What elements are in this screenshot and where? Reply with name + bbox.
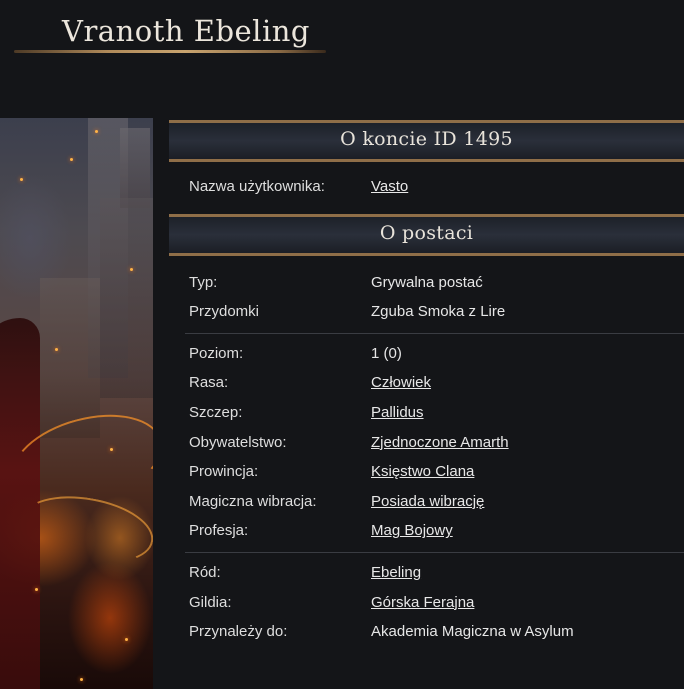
tribe-row: Szczep: Pallidus — [189, 398, 684, 428]
type-value: Grywalna postać — [371, 273, 483, 291]
belongs-to-row: Przynależy do: Akademia Magiczna w Asylu… — [189, 617, 684, 647]
account-section-title: O koncie ID 1495 — [340, 128, 513, 150]
username-label: Nazwa użytkownika: — [189, 178, 325, 195]
character-portrait-image — [0, 118, 153, 689]
belongs-to-value: Akademia Magiczna w Asylum — [371, 623, 574, 641]
magic-vibration-label: Magiczna wibracja: — [189, 492, 317, 510]
race-row: Rasa: Człowiek — [189, 368, 684, 398]
title-underline-divider — [14, 50, 326, 53]
province-label: Prowincja: — [189, 463, 259, 481]
province-link[interactable]: Księstwo Clana — [371, 463, 474, 480]
nicknames-row: Przydomki Zguba Smoka z Lire — [189, 297, 684, 327]
nicknames-label: Przydomki — [189, 303, 260, 321]
type-row: Typ: Grywalna postać — [189, 268, 684, 298]
profile-details-panel: O koncie ID 1495 Nazwa użytkownika: Vast… — [169, 120, 684, 647]
character-name-heading: Vranoth Ebeling — [62, 14, 310, 48]
tribe-label: Szczep: — [189, 403, 243, 421]
guild-row: Gildia: Górska Ferajna — [189, 588, 684, 618]
account-section-header: O koncie ID 1495 — [169, 120, 684, 162]
house-row: Ród: Ebeling — [189, 558, 684, 588]
level-value: 1 (0) — [371, 344, 402, 362]
level-label: Poziom: — [189, 344, 244, 362]
magic-vibration-row: Magiczna wibracja: Posiada wibrację — [189, 487, 684, 517]
province-row: Prowincja: Księstwo Clana — [189, 457, 684, 487]
citizenship-label: Obywatelstwo: — [189, 433, 287, 451]
character-affiliation-list: Ród: Ebeling Gildia: Górska Ferajna Przy… — [169, 553, 684, 647]
character-section-title: O postaci — [379, 221, 474, 244]
level-row: Poziom: 1 (0) — [189, 339, 684, 369]
citizenship-row: Obywatelstwo: Zjednoczone Amarth — [189, 428, 684, 458]
character-basic-list: Typ: Grywalna postać Przydomki Zguba Smo… — [169, 256, 684, 333]
character-title-block: Vranoth Ebeling — [14, 10, 326, 56]
type-label: Typ: — [189, 273, 218, 291]
race-label: Rasa: — [189, 374, 229, 392]
citizenship-link[interactable]: Zjednoczone Amarth — [371, 434, 509, 451]
race-link[interactable]: Człowiek — [371, 374, 431, 391]
account-info-list: Nazwa użytkownika: Vasto — [169, 162, 684, 214]
nicknames-value: Zguba Smoka z Lire — [371, 303, 506, 321]
house-label: Ród: — [189, 563, 221, 581]
guild-link[interactable]: Górska Ferajna — [371, 594, 474, 611]
profession-label: Profesja: — [189, 522, 249, 540]
character-attributes-list: Poziom: 1 (0) Rasa: Człowiek Szczep: Pal… — [169, 334, 684, 552]
guild-label: Gildia: — [189, 593, 232, 611]
profession-row: Profesja: Mag Bojowy — [189, 516, 684, 546]
belongs-to-label: Przynależy do: — [189, 623, 288, 641]
magic-vibration-link[interactable]: Posiada wibrację — [371, 493, 484, 510]
character-section-header: O postaci — [169, 213, 684, 256]
username-link[interactable]: Vasto — [371, 178, 408, 195]
tribe-link[interactable]: Pallidus — [371, 404, 424, 421]
house-link[interactable]: Ebeling — [371, 564, 421, 581]
profession-link[interactable]: Mag Bojowy — [371, 522, 453, 539]
username-row: Nazwa użytkownika: Vasto — [189, 172, 684, 202]
character-profile-page: Vranoth Ebeling O koncie ID 1495 Nazwa u… — [0, 0, 684, 689]
